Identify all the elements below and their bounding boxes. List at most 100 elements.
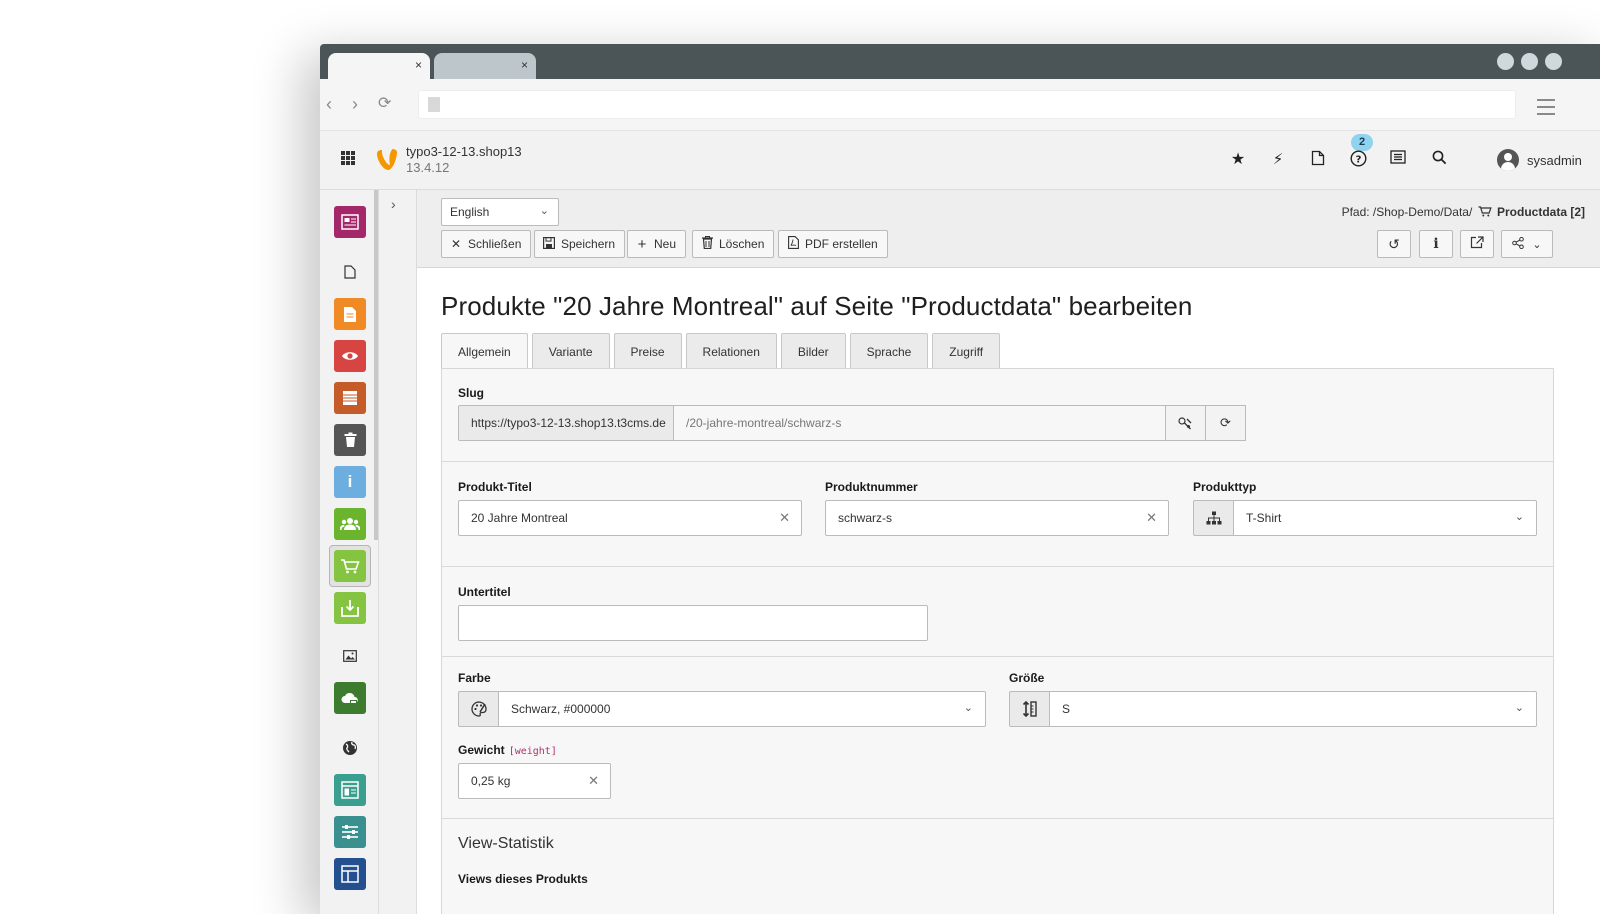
import-module-icon[interactable]: [334, 592, 366, 624]
slug-section: Slug https://typo3-12-13.shop13.t3cms.de…: [442, 369, 1553, 462]
product-number-input[interactable]: schwarz-s ✕: [825, 500, 1169, 536]
chevron-down-icon: ⌄: [963, 702, 973, 714]
help-icon[interactable]: ?: [1348, 150, 1368, 170]
delete-button[interactable]: Löschen: [692, 230, 775, 258]
window-minimize-button[interactable]: [1497, 53, 1514, 70]
list-module-icon[interactable]: [334, 382, 366, 414]
history-button[interactable]: ↺: [1377, 230, 1411, 258]
tab-sprache[interactable]: Sprache: [849, 333, 929, 369]
reload-icon[interactable]: ⟳: [378, 94, 391, 114]
product-views-label: Views dieses Produkts: [458, 872, 588, 886]
new-button[interactable]: + Neu: [627, 230, 687, 258]
browser-tab-active[interactable]: ×: [328, 53, 430, 79]
page-content-module-icon[interactable]: [334, 298, 366, 330]
tab-bilder[interactable]: Bilder: [780, 333, 846, 369]
site-name: typo3-12-13.shop13: [406, 144, 522, 159]
create-pdf-button[interactable]: PDF erstellen: [778, 230, 888, 258]
expand-pagetree-chevron-icon[interactable]: ›: [391, 196, 396, 212]
share-icon: [1512, 236, 1525, 252]
module-menu: i: [320, 190, 379, 914]
back-arrow-icon[interactable]: ‹: [326, 94, 332, 114]
tab-relationen[interactable]: Relationen: [685, 333, 777, 369]
cloud-module-icon[interactable]: [334, 682, 366, 714]
save-button-label: Speichern: [561, 237, 616, 251]
info-module-icon[interactable]: i: [334, 466, 366, 498]
open-documents-icon[interactable]: [1308, 150, 1328, 170]
view-module-eye-icon[interactable]: [334, 340, 366, 372]
system-information-icon[interactable]: [1388, 150, 1408, 170]
clear-input-icon[interactable]: ✕: [1146, 510, 1157, 526]
product-title-input[interactable]: 20 Jahre Montreal ✕: [458, 500, 802, 536]
browser-tab-inactive[interactable]: ×: [434, 53, 536, 79]
color-value: Schwarz, #000000: [511, 702, 611, 716]
form-module-icon[interactable]: [334, 774, 366, 806]
breadcrumb-current: Productdata [2]: [1496, 205, 1585, 219]
chevron-down-icon: ⌄: [539, 205, 549, 217]
media-module-image-icon[interactable]: [334, 640, 366, 672]
cart-icon: [1478, 206, 1492, 217]
address-bar[interactable]: [418, 90, 1516, 119]
bookmark-star-icon[interactable]: ★: [1228, 150, 1248, 170]
subtitle-input[interactable]: [458, 605, 928, 641]
weight-value: 0,25 kg: [471, 774, 511, 788]
web-module-icon[interactable]: [334, 206, 366, 238]
recycler-trash-icon[interactable]: [334, 424, 366, 456]
size-arrows-icon: [1022, 701, 1037, 717]
slug-input[interactable]: /20-jahre-montreal/schwarz-s: [673, 405, 1166, 441]
slug-recalculate-button[interactable]: ⟳: [1205, 405, 1246, 441]
browser-menu-icon[interactable]: [1537, 99, 1555, 120]
close-button[interactable]: ✕ Schließen: [441, 230, 532, 258]
configuration-module-icon[interactable]: [334, 816, 366, 848]
clear-cache-lightning-icon[interactable]: ⚡: [1268, 150, 1288, 170]
form-panel: Slug https://typo3-12-13.shop13.t3cms.de…: [441, 368, 1554, 914]
size-label: Größe: [1009, 671, 1045, 685]
window-close-button[interactable]: [1545, 53, 1562, 70]
typo3-version: 13.4.12: [406, 160, 450, 175]
users-module-icon[interactable]: [334, 508, 366, 540]
user-menu[interactable]: sysadmin: [1497, 149, 1582, 171]
clear-input-icon[interactable]: ✕: [588, 773, 599, 789]
save-floppy-icon: [543, 236, 556, 252]
weight-input[interactable]: 0,25 kg ✕: [458, 763, 611, 799]
typo3-logo[interactable]: [376, 148, 398, 172]
slug-url-prefix: https://typo3-12-13.shop13.t3cms.de: [458, 405, 674, 441]
module-menu-toggle-icon[interactable]: [341, 151, 355, 165]
product-type-select[interactable]: T-Shirt ⌄: [1233, 500, 1537, 536]
layout-module-icon[interactable]: [334, 858, 366, 890]
language-select[interactable]: English ⌄: [441, 198, 559, 226]
info-button[interactable]: i: [1419, 230, 1453, 258]
sitemap-hierarchy-icon: [1206, 511, 1221, 525]
product-type-value: T-Shirt: [1246, 511, 1282, 525]
sites-globe-icon[interactable]: [334, 732, 366, 764]
chevron-down-icon: ⌄: [1514, 511, 1524, 523]
svg-text:?: ?: [1355, 154, 1361, 165]
tab-close-icon[interactable]: ×: [415, 58, 422, 72]
size-select[interactable]: S ⌄: [1049, 691, 1537, 727]
product-basics-section: Produkt-Titel 20 Jahre Montreal ✕ Produk…: [442, 462, 1553, 567]
slug-edit-toggle-button[interactable]: [1165, 405, 1206, 441]
shop-module-cart-icon[interactable]: [329, 545, 371, 587]
close-button-label: Schließen: [468, 237, 522, 251]
tab-preise[interactable]: Preise: [613, 333, 682, 369]
color-select[interactable]: Schwarz, #000000 ⌄: [498, 691, 986, 727]
forward-arrow-icon[interactable]: ›: [352, 94, 358, 114]
search-icon[interactable]: [1429, 150, 1449, 170]
tab-variante[interactable]: Variante: [531, 333, 610, 369]
new-button-label: Neu: [654, 237, 677, 251]
subtitle-section: Untertitel: [442, 567, 1553, 657]
page-module-icon[interactable]: [334, 256, 366, 288]
page-icon: [428, 97, 440, 112]
share-dropdown-button[interactable]: ⌄: [1501, 230, 1553, 258]
pagetree-collapsed-column: ›: [379, 190, 417, 914]
browser-tab-bar: × ×: [320, 44, 1600, 79]
open-in-new-window-button[interactable]: [1460, 230, 1494, 258]
slug-label: Slug: [458, 386, 484, 400]
tab-zugriff[interactable]: Zugriff: [932, 333, 1001, 369]
module-menu-scrollbar[interactable]: [374, 190, 378, 540]
window-maximize-button[interactable]: [1521, 53, 1538, 70]
clear-input-icon[interactable]: ✕: [779, 510, 790, 526]
product-type-addon: [1193, 500, 1234, 536]
save-button[interactable]: Speichern: [534, 230, 626, 258]
tab-close-icon[interactable]: ×: [521, 58, 528, 72]
tab-allgemein[interactable]: Allgemein: [441, 333, 528, 370]
